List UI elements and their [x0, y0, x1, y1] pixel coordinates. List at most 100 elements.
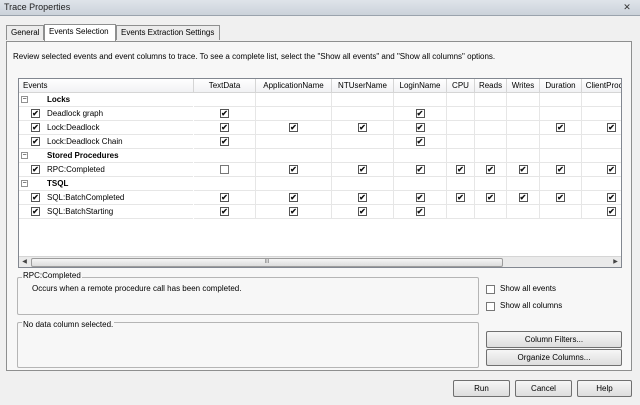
column-checkbox[interactable]: ✔ — [415, 109, 425, 118]
grid-cell[interactable]: ✔ — [194, 121, 256, 135]
column-header-applicationname[interactable]: ApplicationName — [256, 79, 332, 93]
column-checkbox[interactable]: ✔ — [415, 207, 425, 216]
column-filters-button[interactable]: Column Filters... — [486, 331, 622, 348]
column-header-ntusername[interactable]: NTUserName — [332, 79, 394, 93]
column-checkbox[interactable]: ✔ — [607, 207, 616, 216]
grid-cell[interactable]: ✔ — [507, 191, 540, 205]
column-checkbox[interactable]: ✔ — [358, 123, 367, 132]
grid-cell[interactable]: ✔ — [475, 163, 507, 177]
category-row[interactable]: − Locks — [19, 93, 621, 107]
column-checkbox[interactable]: ✔ — [518, 165, 528, 174]
grid-cell[interactable]: ✔ — [194, 135, 256, 149]
grid-cell[interactable]: ✔ — [582, 191, 621, 205]
column-checkbox[interactable]: ✔ — [486, 165, 495, 174]
grid-cell[interactable]: ✔ — [332, 191, 394, 205]
scroll-thumb[interactable]: III — [31, 258, 503, 267]
event-row[interactable]: ✔ Lock:Deadlock ✔ ✔ ✔ ✔ ✔ ✔ — [19, 121, 621, 135]
grid-cell[interactable]: ✔ — [394, 191, 447, 205]
column-header-loginname[interactable]: LoginName — [394, 79, 447, 93]
column-checkbox[interactable]: ✔ — [607, 123, 616, 132]
grid-cell[interactable]: ✔ — [256, 121, 332, 135]
show-all-events-checkbox[interactable] — [486, 285, 495, 294]
column-checkbox[interactable]: ✔ — [220, 207, 229, 216]
grid-cell[interactable]: ✔ — [332, 205, 394, 219]
event-checkbox[interactable]: ✔ — [31, 165, 40, 174]
column-checkbox[interactable]: ✔ — [358, 165, 367, 174]
help-button[interactable]: Help — [577, 380, 632, 397]
grid-cell[interactable]: ✔ — [194, 107, 256, 121]
column-header-events[interactable]: Events — [19, 79, 194, 93]
column-checkbox[interactable]: ✔ — [220, 137, 229, 146]
column-checkbox[interactable]: ✔ — [518, 193, 528, 202]
scroll-right-icon[interactable]: ▶ — [610, 257, 621, 267]
column-header-textdata[interactable]: TextData — [194, 79, 256, 93]
column-header-cpu[interactable]: CPU — [447, 79, 475, 93]
column-checkbox[interactable]: ✔ — [358, 207, 367, 216]
collapse-icon[interactable]: − — [21, 96, 28, 103]
column-checkbox[interactable]: ✔ — [415, 193, 425, 202]
grid-cell[interactable]: ✔ — [507, 163, 540, 177]
grid-cell[interactable]: ✔ — [475, 191, 507, 205]
grid-cell[interactable]: ✔ — [582, 205, 621, 219]
category-row[interactable]: − TSQL — [19, 177, 621, 191]
column-checkbox[interactable]: ✔ — [556, 193, 565, 202]
column-checkbox[interactable]: ✔ — [486, 193, 495, 202]
grid-cell[interactable]: ✔ — [540, 121, 582, 135]
event-row[interactable]: ✔ RPC:Completed ✔ ✔ ✔ ✔ ✔ ✔ ✔ ✔ — [19, 163, 621, 177]
grid-cell[interactable] — [194, 163, 256, 177]
grid-cell[interactable]: ✔ — [582, 163, 621, 177]
column-checkbox[interactable]: ✔ — [289, 165, 298, 174]
tab-events-extraction-settings[interactable]: Events Extraction Settings — [116, 25, 220, 40]
event-row[interactable]: ✔ SQL:BatchCompleted ✔ ✔ ✔ ✔ ✔ ✔ ✔ ✔ ✔ — [19, 191, 621, 205]
grid-cell[interactable]: ✔ — [256, 205, 332, 219]
column-checkbox[interactable]: ✔ — [289, 193, 298, 202]
tab-events-selection[interactable]: Events Selection — [44, 24, 116, 41]
event-checkbox[interactable]: ✔ — [31, 123, 40, 132]
column-checkbox[interactable]: ✔ — [220, 193, 229, 202]
grid-cell[interactable]: ✔ — [540, 191, 582, 205]
tab-general[interactable]: General — [6, 25, 44, 40]
column-header-duration[interactable]: Duration — [540, 79, 582, 93]
event-checkbox[interactable]: ✔ — [31, 137, 40, 146]
column-header-reads[interactable]: Reads — [475, 79, 507, 93]
column-checkbox[interactable]: ✔ — [456, 193, 465, 202]
run-button[interactable]: Run — [453, 380, 510, 397]
column-checkbox[interactable]: ✔ — [289, 207, 298, 216]
horizontal-scrollbar[interactable]: ◀ III ▶ — [19, 256, 621, 267]
column-checkbox[interactable]: ✔ — [415, 137, 425, 146]
column-checkbox[interactable]: ✔ — [556, 165, 565, 174]
event-row[interactable]: ✔ Lock:Deadlock Chain ✔ ✔ — [19, 135, 621, 149]
grid-cell[interactable]: ✔ — [256, 163, 332, 177]
grid-cell[interactable]: ✔ — [582, 121, 621, 135]
column-checkbox[interactable] — [220, 165, 229, 174]
grid-cell[interactable]: ✔ — [394, 205, 447, 219]
column-checkbox[interactable]: ✔ — [556, 123, 565, 132]
close-icon[interactable]: ✕ — [620, 1, 634, 13]
column-checkbox[interactable]: ✔ — [607, 165, 616, 174]
grid-cell[interactable]: ✔ — [332, 163, 394, 177]
grid-cell[interactable]: ✔ — [332, 121, 394, 135]
grid-cell[interactable]: ✔ — [256, 191, 332, 205]
column-header-writes[interactable]: Writes — [507, 79, 540, 93]
grid-cell[interactable]: ✔ — [394, 163, 447, 177]
collapse-icon[interactable]: − — [21, 180, 28, 187]
column-checkbox[interactable]: ✔ — [289, 123, 298, 132]
event-checkbox[interactable]: ✔ — [31, 207, 40, 216]
column-checkbox[interactable]: ✔ — [415, 165, 425, 174]
grid-cell[interactable]: ✔ — [394, 107, 447, 121]
column-checkbox[interactable]: ✔ — [358, 193, 367, 202]
grid-cell[interactable]: ✔ — [540, 163, 582, 177]
collapse-icon[interactable]: − — [21, 152, 28, 159]
column-checkbox[interactable]: ✔ — [456, 165, 465, 174]
grid-cell[interactable]: ✔ — [447, 191, 475, 205]
category-row[interactable]: − Stored Procedures — [19, 149, 621, 163]
column-checkbox[interactable]: ✔ — [415, 123, 425, 132]
event-row[interactable]: ✔ SQL:BatchStarting ✔ ✔ ✔ ✔ ✔ — [19, 205, 621, 219]
column-checkbox[interactable]: ✔ — [607, 193, 616, 202]
cancel-button[interactable]: Cancel — [515, 380, 572, 397]
organize-columns-button[interactable]: Organize Columns... — [486, 349, 622, 366]
grid-cell[interactable]: ✔ — [194, 191, 256, 205]
grid-cell[interactable]: ✔ — [447, 163, 475, 177]
show-all-columns-checkbox[interactable] — [486, 302, 495, 311]
events-grid[interactable]: Events TextData ApplicationName NTUserName L… — [18, 78, 622, 268]
